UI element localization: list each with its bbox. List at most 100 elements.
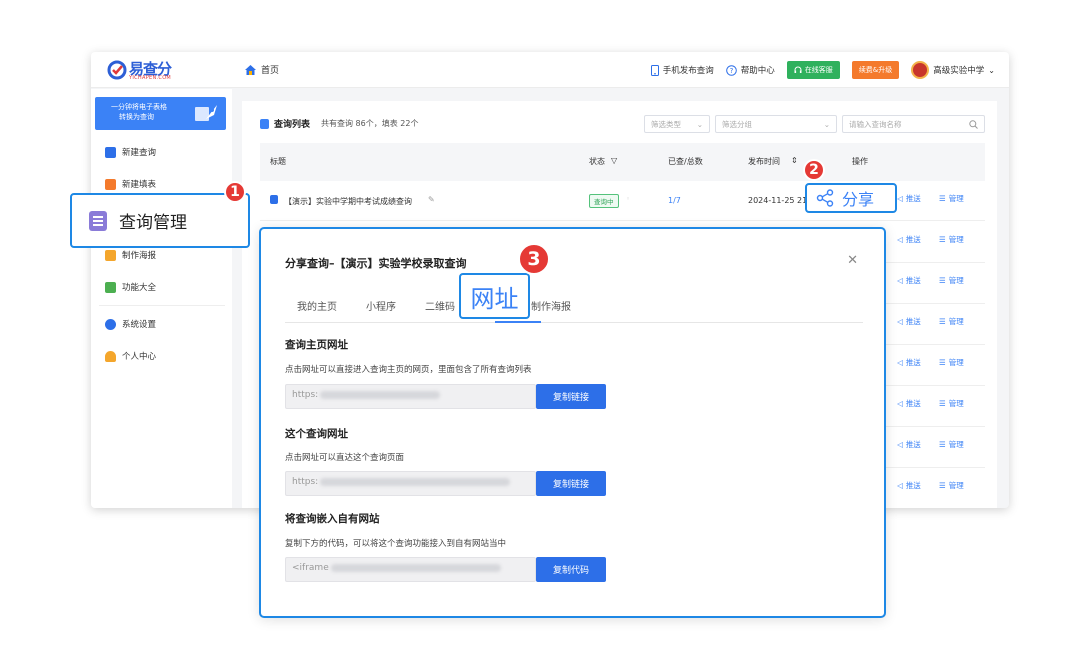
col-viewed-total: 已查/总数 xyxy=(668,157,703,166)
home-icon xyxy=(245,64,256,75)
list-icon xyxy=(260,118,269,129)
manage-button[interactable]: ☰ 管理 xyxy=(939,439,964,450)
menu-icon: ☰ xyxy=(939,399,946,408)
sidebar-item-profile[interactable]: 个人中心 xyxy=(105,350,156,362)
sidebar-item-new-query[interactable]: 新建查询 xyxy=(105,146,156,158)
embed-code-value: <iframe xyxy=(292,563,329,573)
sidebar-item-new-form[interactable]: 新建填表 xyxy=(105,178,156,190)
online-service-label: 在线客服 xyxy=(804,66,833,74)
breadcrumb-home[interactable]: 首页 xyxy=(245,63,279,76)
filter-icon[interactable]: ▽ xyxy=(611,156,617,165)
homepage-url-field[interactable]: https: xyxy=(285,384,536,409)
query-url-field[interactable]: https: xyxy=(285,471,536,496)
push-label: 推送 xyxy=(905,235,921,244)
embed-code-field[interactable]: <iframe xyxy=(285,557,536,582)
tab-make-poster[interactable]: 制作海报 xyxy=(531,298,571,313)
tab-url[interactable]: 网址 xyxy=(459,273,530,319)
step-badge-2: 2 xyxy=(803,159,825,181)
menu-icon: ☰ xyxy=(939,440,946,449)
push-button[interactable]: ◁ 推送 xyxy=(897,439,921,450)
push-button[interactable]: ◁ 推送 xyxy=(897,398,921,409)
filter-group-select[interactable]: 筛选分组 ⌄ xyxy=(715,115,837,133)
row-title[interactable]: 【演示】实验中学期中考试成绩查询 xyxy=(284,196,412,207)
manage-button[interactable]: ☰ 管理 xyxy=(939,275,964,286)
sidebar-item-poster[interactable]: 制作海报 xyxy=(105,249,156,261)
close-icon[interactable]: ✕ xyxy=(847,253,858,268)
push-button[interactable]: ◁ 推送 xyxy=(897,357,921,368)
avatar xyxy=(911,61,930,79)
manage-button[interactable]: ☰ 管理 xyxy=(939,398,964,409)
list-icon xyxy=(89,210,107,231)
col-actions: 操作 xyxy=(852,157,868,166)
send-icon: ◁ xyxy=(897,276,903,285)
callout-query-management-label: 查询管理 xyxy=(119,213,187,233)
rocket-illustration-icon xyxy=(195,105,217,121)
push-button[interactable]: ◁ 推送 xyxy=(897,234,921,245)
push-label: 推送 xyxy=(905,440,921,449)
callout-share-button[interactable]: 分享 xyxy=(805,183,897,213)
menu-icon: ☰ xyxy=(939,194,946,203)
features-icon xyxy=(105,281,116,293)
copy-code-button[interactable]: 复制代码 xyxy=(536,557,606,582)
col-status[interactable]: 状态 xyxy=(589,156,605,167)
sidebar-item-label: 功能大全 xyxy=(122,283,157,293)
online-service-button[interactable]: 在线客服 xyxy=(786,61,840,79)
row-viewed-total[interactable]: 1/7 xyxy=(668,196,681,205)
manage-button[interactable]: ☰ 管理 xyxy=(939,193,964,204)
logo-icon xyxy=(107,60,127,80)
manage-label: 管理 xyxy=(948,358,964,367)
user-icon xyxy=(105,350,116,362)
copy-homepage-link-button[interactable]: 复制链接 xyxy=(536,384,606,409)
push-button[interactable]: ◁ 推送 xyxy=(897,193,921,204)
filter-type-select[interactable]: 筛选类型 ⌄ xyxy=(644,115,710,133)
tab-qr-code[interactable]: 二维码 xyxy=(425,298,455,313)
copy-query-link-button[interactable]: 复制链接 xyxy=(536,471,606,496)
sidebar-item-features[interactable]: 功能大全 xyxy=(105,281,156,293)
push-label: 推送 xyxy=(905,276,921,285)
copy-link-label: 复制链接 xyxy=(552,393,589,403)
chevron-down-icon: ⌄ xyxy=(696,119,703,129)
manage-label: 管理 xyxy=(948,235,964,244)
send-icon: ◁ xyxy=(897,194,903,203)
help-center-link[interactable]: ? 帮助中心 xyxy=(725,64,775,76)
share-query-dialog: 分享查询–【演示】实验学校录取查询 ✕ 我的主页 小程序 二维码 制作海报 查询… xyxy=(259,227,886,618)
help-center-label: 帮助中心 xyxy=(740,66,775,76)
callout-query-management[interactable]: 查询管理 xyxy=(70,193,250,248)
menu-icon: ☰ xyxy=(939,358,946,367)
logo[interactable]: 易查分 YICHAPEN.COM xyxy=(107,58,177,84)
push-button[interactable]: ◁ 推送 xyxy=(897,480,921,491)
tab-mini-program[interactable]: 小程序 xyxy=(366,298,396,313)
tab-my-homepage[interactable]: 我的主页 xyxy=(297,298,337,313)
manage-button[interactable]: ☰ 管理 xyxy=(939,316,964,327)
poster-icon xyxy=(105,249,116,261)
phone-icon xyxy=(650,64,659,76)
query-url-desc: 点击网址可以直达这个查询页面 xyxy=(285,453,405,463)
push-button[interactable]: ◁ 推送 xyxy=(897,275,921,286)
sidebar-item-settings[interactable]: 系统设置 xyxy=(105,318,156,330)
send-icon: ◁ xyxy=(897,317,903,326)
menu-icon: ☰ xyxy=(939,317,946,326)
edit-icon[interactable]: ✎ xyxy=(428,195,435,204)
col-publish-time[interactable]: 发布时间 xyxy=(748,156,780,167)
search-input[interactable]: 请输入查询名称 xyxy=(842,115,985,133)
sidebar: 一分钟将电子表格 转换为查询 新建查询 新建填表 制作海报 功能大全 系统设置 … xyxy=(91,89,232,508)
filter-group-placeholder: 筛选分组 xyxy=(722,119,752,129)
manage-label: 管理 xyxy=(948,194,964,203)
manage-button[interactable]: ☰ 管理 xyxy=(939,357,964,368)
share-label: 分享 xyxy=(842,190,875,209)
push-label: 推送 xyxy=(905,194,921,203)
push-button[interactable]: ◁ 推送 xyxy=(897,316,921,327)
manage-label: 管理 xyxy=(948,317,964,326)
renew-upgrade-button[interactable]: 续费&升级 xyxy=(851,61,900,79)
promo-banner[interactable]: 一分钟将电子表格 转换为查询 xyxy=(95,97,226,130)
step-badge-1: 1 xyxy=(224,181,246,203)
send-icon: ◁ xyxy=(897,440,903,449)
row-publish-time: 2024-11-25 21 xyxy=(748,196,808,205)
sidebar-item-label: 制作海报 xyxy=(122,251,157,261)
sort-icon[interactable]: ⇕ xyxy=(791,156,798,165)
manage-button[interactable]: ☰ 管理 xyxy=(939,234,964,245)
manage-button[interactable]: ☰ 管理 xyxy=(939,480,964,491)
menu-icon: ☰ xyxy=(939,481,946,490)
user-menu[interactable]: 高级实验中学 ⌄ xyxy=(911,61,995,79)
mobile-publish-link[interactable]: 手机发布查询 xyxy=(650,64,714,76)
